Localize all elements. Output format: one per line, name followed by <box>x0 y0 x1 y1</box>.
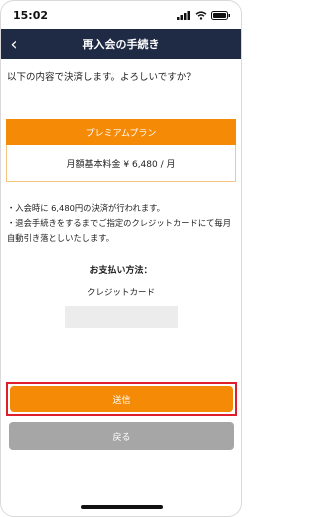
chevron-left-icon: ‹ <box>10 33 18 55</box>
notes: ・入会時に 6,480円の決済が行われます。 ・退会手続きをするまでご指定のクレ… <box>7 201 235 246</box>
home-indicator <box>81 505 163 509</box>
confirm-message: 以下の内容で決済します。よろしいですか？ <box>7 72 196 83</box>
send-button-highlight: 送信 <box>6 382 237 416</box>
signal-icon <box>177 10 190 20</box>
back-button[interactable]: 戻る <box>9 422 234 450</box>
nav-bar: ‹ 再入会の手続き <box>1 29 241 59</box>
payment-method-field <box>64 306 178 328</box>
note-item: ・入会時に 6,480円の決済が行われます。 <box>7 203 165 213</box>
send-button[interactable]: 送信 <box>10 386 233 412</box>
payment-method: クレジットカード <box>86 288 155 298</box>
payment-title: お支払い方法： <box>89 266 153 276</box>
wifi-icon <box>195 10 207 20</box>
status-icons <box>177 10 231 20</box>
phone-frame: 15:02 ‹ 再入会の手続き 以下の内容で決済します。よろしいですか？ プレミ… <box>0 0 242 517</box>
status-bar: 15:02 <box>1 1 241 29</box>
plan-name: プレミアムプラン <box>6 119 236 145</box>
plan-price: 月額基本料金 ¥ 6,480 / 月 <box>6 145 236 182</box>
battery-icon <box>211 10 230 20</box>
nav-back-button[interactable]: ‹ <box>1 29 27 59</box>
status-time: 15:02 <box>13 8 49 22</box>
note-item: ・退会手続きをするまでご指定のクレジットカードにて毎月自動引き落としいたします。 <box>7 218 232 243</box>
page-title: 再入会の手続き <box>82 38 160 51</box>
